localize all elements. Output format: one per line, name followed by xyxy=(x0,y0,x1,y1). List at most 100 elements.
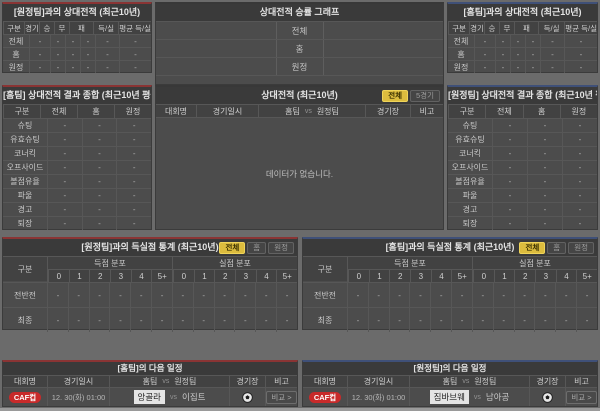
filter-button[interactable]: 5경기 xyxy=(410,90,440,102)
bin-header: 1 xyxy=(368,270,390,282)
winrate-bar-right xyxy=(324,22,444,39)
table-header: 구분 전체 홈 원정 xyxy=(3,104,151,118)
value-cell: - xyxy=(95,61,119,73)
value-cell: - xyxy=(116,147,151,160)
home-team-name: 짐바브웨 xyxy=(429,390,469,404)
filter-button[interactable]: 원정 xyxy=(268,242,294,254)
panel-h2h-vs-hometeam: [홈팀]과의 상대전적 (최근10년) 구분 경기 승 무 패 득/실 평균 득/실 전체 … xyxy=(447,2,598,73)
column-header-league: 대회명 xyxy=(3,376,47,387)
table-body: 전반전 - - - - - - - - - - - - 최종 - - - - -… xyxy=(3,282,297,332)
column-header: 홈 xyxy=(77,105,114,118)
table-row: 최종 - - - - - - - - - - - - xyxy=(303,307,597,332)
value-cell: - xyxy=(116,217,151,230)
value-cell: - xyxy=(555,308,576,332)
value-cell: - xyxy=(47,119,82,132)
column-header: 구분 xyxy=(448,22,469,34)
panel-title-text: 상대전적 (최근10년) xyxy=(261,90,338,100)
value-cell: - xyxy=(116,133,151,146)
value-cell: - xyxy=(50,48,65,60)
value-cell: - xyxy=(47,283,68,307)
column-header: 원정 xyxy=(559,105,597,118)
row-label: 파울 xyxy=(462,191,478,200)
value-cell: - xyxy=(562,147,597,160)
value-cell: - xyxy=(119,35,151,47)
value-cell: - xyxy=(540,35,564,47)
vs-label: vs xyxy=(462,378,470,385)
row-label: 경고 xyxy=(462,205,478,214)
panel-title: [원정팀]의 다음 일정 xyxy=(303,362,597,375)
bin-header: 3 xyxy=(535,270,556,282)
filter-button-group: 전체 홈 원정 xyxy=(519,242,594,254)
value-cell: - xyxy=(527,133,562,146)
value-cell: - xyxy=(116,203,151,216)
value-cell: - xyxy=(562,217,597,230)
compare-button[interactable]: 비교 > xyxy=(566,390,597,404)
value-cell: - xyxy=(81,189,117,202)
row-label: 유효슈팅 xyxy=(455,135,485,144)
filter-button[interactable]: 전체 xyxy=(219,242,246,254)
value-cell: - xyxy=(81,133,117,146)
winrate-row-label: 홈 xyxy=(275,40,324,57)
schedule-row: CAF컵 12. 30(화) 01:00 앙골라 vs 이집트 비교 > xyxy=(3,387,297,406)
league-badge: CAF컵 xyxy=(8,391,42,403)
value-cell: - xyxy=(409,283,430,307)
table-row: 슈팅 - - - xyxy=(448,118,597,132)
filter-button[interactable]: 홈 xyxy=(547,242,567,254)
compare-button[interactable]: 비교 > xyxy=(266,390,297,404)
table-body: 전체 - - - - - - 홈 - - - - - - 원정 - - - - … xyxy=(3,34,151,73)
value-cell: - xyxy=(564,61,597,73)
table-row: 코너킥 - - - xyxy=(3,146,151,160)
bins-conceded: 0 1 2 3 4 5+ xyxy=(172,270,298,282)
bins-header-row: 0 1 2 3 4 5+ 0 1 2 3 4 5+ xyxy=(47,269,298,282)
value-cell: - xyxy=(47,133,82,146)
value-cell: - xyxy=(430,283,451,307)
value-cell: - xyxy=(29,61,50,73)
table-row: 원정 - - - - - - xyxy=(448,60,597,73)
value-cell: - xyxy=(192,308,214,332)
value-cell: - xyxy=(81,119,117,132)
value-cell: - xyxy=(109,283,130,307)
away-team-name: 이집트 xyxy=(182,392,206,402)
value-cell: - xyxy=(171,283,193,307)
bin-header: 2 xyxy=(214,270,236,282)
vs-text: vs xyxy=(473,393,481,401)
row-label: 코너킥 xyxy=(13,149,37,158)
value-cell: - xyxy=(527,147,562,160)
filter-button[interactable]: 전체 xyxy=(519,242,546,254)
winrate-bar-left xyxy=(156,40,276,57)
empty-message: 데이터가 없습니다. xyxy=(156,117,443,230)
column-header: 전체 xyxy=(485,105,523,118)
value-cell: - xyxy=(510,35,525,47)
value-cell: - xyxy=(88,308,110,332)
bin-header: 5+ xyxy=(276,270,298,282)
row-label: 홈 xyxy=(457,49,465,59)
value-cell: - xyxy=(562,175,597,188)
value-cell: - xyxy=(47,175,82,188)
stadium-cell xyxy=(529,388,565,406)
league-cell: CAF컵 xyxy=(3,388,47,406)
filter-button[interactable]: 전체 xyxy=(382,90,409,102)
value-cell: - xyxy=(119,61,151,73)
value-cell: - xyxy=(510,61,525,73)
column-header-datetime: 경기일시 xyxy=(196,105,258,117)
column-header: 구분 xyxy=(3,105,40,118)
value-cell: - xyxy=(119,48,151,60)
table-header: 구분 경기 승 무 패 득/실 평균 득/실 xyxy=(448,21,597,34)
value-cell: - xyxy=(525,48,540,60)
table-header: 구분 득점 분포 실점 분포 0 1 2 3 4 5+ 0 1 2 3 4 5+ xyxy=(303,256,598,282)
value-cell: - xyxy=(81,217,117,230)
home-label: 홈팀 xyxy=(285,106,300,116)
value-cell: - xyxy=(213,308,235,332)
value-cell: - xyxy=(430,308,451,332)
bin-header: 5+ xyxy=(576,270,598,282)
table-header: 구분 득점 분포 실점 분포 0 1 2 3 4 5+ 0 1 2 3 4 5+ xyxy=(3,256,298,282)
filter-button[interactable]: 원정 xyxy=(568,242,594,254)
value-cell: - xyxy=(534,308,555,332)
filter-button[interactable]: 홈 xyxy=(247,242,267,254)
value-cell: - xyxy=(576,283,597,307)
value-cell: - xyxy=(47,217,82,230)
value-cell: - xyxy=(555,283,576,307)
vs-label: vs xyxy=(304,107,312,115)
value-cell: - xyxy=(151,283,172,307)
table-row: 전체 - - - - - - xyxy=(3,34,151,47)
